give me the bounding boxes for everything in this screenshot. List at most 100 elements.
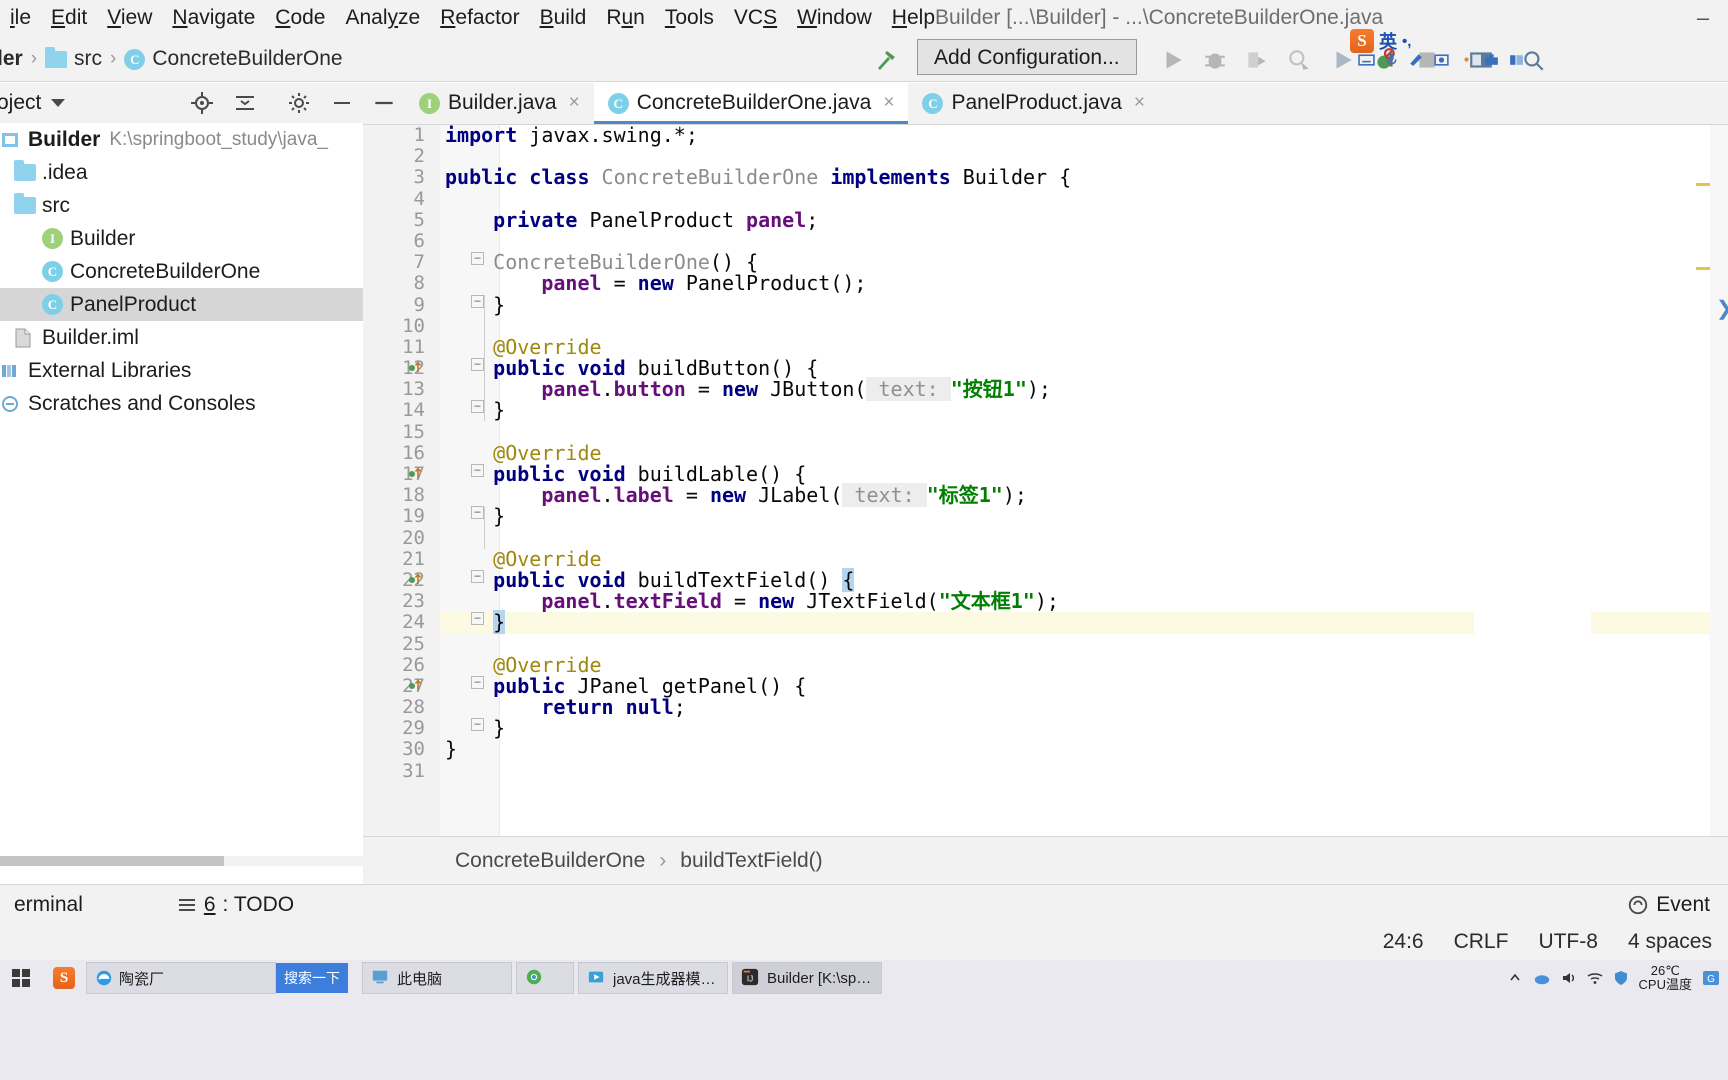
tree-item-builder[interactable]: I Builder <box>0 222 363 255</box>
line-number: 20 <box>402 526 425 549</box>
menu-analyze[interactable]: Analyze <box>336 0 431 36</box>
skin-icon[interactable] <box>1508 51 1525 68</box>
editor-breadcrumb-item[interactable]: buildTextField() <box>680 849 822 873</box>
project-panel-title[interactable]: roject <box>0 91 41 115</box>
override-method-gutter-icon[interactable] <box>407 570 425 588</box>
tree-item-builder[interactable]: Builder K:\springboot_study\java_ <box>0 123 363 156</box>
run-icon[interactable] <box>1160 47 1186 73</box>
taskbar-item-label: 此电脑 <box>397 970 443 988</box>
translate-icon[interactable]: G <box>1702 970 1720 986</box>
warning-marker[interactable] <box>1696 267 1710 270</box>
close-icon[interactable]: × <box>1134 92 1145 114</box>
taskbar-item-video[interactable]: java生成器模式 - ... <box>578 962 728 994</box>
line-number: 10 <box>402 314 425 337</box>
menu-view[interactable]: View <box>97 0 162 36</box>
add-configuration-button[interactable]: Add Configuration... <box>917 39 1137 75</box>
menu-file[interactable]: ile <box>0 0 41 36</box>
iml-file-icon <box>14 328 42 348</box>
taskbar-item-chrome[interactable] <box>516 962 574 994</box>
project-tree[interactable]: Builder K:\springboot_study\java_ .idea src… <box>0 123 363 861</box>
chevron-down-icon[interactable] <box>51 99 66 107</box>
handwriting-icon[interactable] <box>1408 51 1425 68</box>
screenshot-icon[interactable] <box>1433 51 1450 68</box>
settings-gear-icon[interactable] <box>287 91 311 115</box>
shield-icon[interactable] <box>1613 970 1629 986</box>
editor-breadcrumb[interactable]: ConcreteBuilderOne › buildTextField() <box>363 836 1728 884</box>
close-icon[interactable]: × <box>569 92 580 114</box>
menu-refactor[interactable]: Refactor <box>430 0 529 36</box>
tree-item-panelproduct[interactable]: C PanelProduct <box>0 288 363 321</box>
project-horizontal-scrollbar[interactable] <box>0 856 363 866</box>
terminal-tool-button[interactable]: erminal <box>0 893 97 917</box>
debug-icon[interactable] <box>1202 47 1228 73</box>
menu-vcs[interactable]: VCS <box>724 0 787 36</box>
override-method-gutter-icon[interactable] <box>407 358 425 376</box>
tree-item-external-libraries[interactable]: External Libraries <box>0 354 363 387</box>
menu-edit[interactable]: Edit <box>41 0 97 36</box>
hide-tabs-icon[interactable] <box>371 90 397 116</box>
taskbar-search-button[interactable]: 搜索一下 <box>276 963 348 993</box>
caret-position[interactable]: 24:6 <box>1383 930 1424 954</box>
menu-tools[interactable]: Tools <box>655 0 724 36</box>
volume-icon[interactable] <box>1561 970 1577 986</box>
menu-run[interactable]: Run <box>596 0 655 36</box>
tree-item-src[interactable]: src <box>0 189 363 222</box>
code-editor[interactable]: 1 import javax.swing.*; 2 3 public class Con… <box>363 125 1728 836</box>
ime-punctuation-label[interactable]: •, <box>1402 33 1411 50</box>
menu-navigate[interactable]: Navigate <box>162 0 265 36</box>
event-log-button[interactable]: Event <box>1613 893 1724 917</box>
minimize-button[interactable]: – <box>1688 4 1718 32</box>
line-number: 16 <box>402 441 425 464</box>
mic-icon[interactable] <box>1383 51 1400 68</box>
code-line-text: } <box>493 610 506 635</box>
cloud-icon[interactable] <box>1533 970 1551 986</box>
close-icon[interactable]: × <box>883 92 894 114</box>
override-method-gutter-icon[interactable] <box>407 464 425 482</box>
tree-item-builder-iml[interactable]: Builder.iml <box>0 321 363 354</box>
editor-minimap[interactable] <box>1474 125 1591 836</box>
start-button[interactable] <box>0 962 42 994</box>
editor-scrollbar[interactable] <box>1710 125 1728 836</box>
keyboard-icon[interactable] <box>1358 51 1375 68</box>
editor-tab-bar: I Builder.java × C ConcreteBuilderOne.java × C… <box>363 82 1728 125</box>
taskbar-browser-item[interactable]: 陶瓷厂 <box>86 962 276 994</box>
breadcrumb-item-src[interactable]: src <box>45 46 102 71</box>
line-number: 9 <box>413 293 425 316</box>
locate-icon[interactable] <box>190 91 214 115</box>
collapse-all-icon[interactable] <box>233 91 257 115</box>
taskbar-item-intellij[interactable]: IJ Builder [K:\spring... <box>732 962 882 994</box>
hide-icon[interactable] <box>330 91 354 115</box>
tree-item-label: Builder.iml <box>42 325 139 349</box>
editor-tab-builder-java[interactable]: I Builder.java × <box>405 82 594 124</box>
editor-tab-panelproduct-java[interactable]: C PanelProduct.java × <box>908 82 1159 124</box>
taskbar-item-this-pc[interactable]: 此电脑 <box>362 962 512 994</box>
line-separator[interactable]: CRLF <box>1454 930 1509 954</box>
menu-window[interactable]: Window <box>787 0 882 36</box>
tree-item--idea[interactable]: .idea <box>0 156 363 189</box>
todo-tool-button[interactable]: 6 : TODO <box>163 893 308 917</box>
cpu-temperature-indicator[interactable]: 26℃ CPU温度 <box>1639 964 1692 991</box>
profile-icon[interactable] <box>1286 47 1312 73</box>
menu-code[interactable]: Code <box>265 0 335 36</box>
folder-icon <box>14 160 42 181</box>
breadcrumb-item-concretebuilderone[interactable]: C ConcreteBuilderOne <box>124 47 343 71</box>
editor-tab-concretebuilderone-java[interactable]: C ConcreteBuilderOne.java × <box>593 82 909 124</box>
toolbox-icon[interactable] <box>1483 51 1500 68</box>
dot-icon[interactable] <box>1458 51 1475 68</box>
warning-marker[interactable] <box>1696 183 1710 186</box>
tree-item-concretebuilderone[interactable]: C ConcreteBuilderOne <box>0 255 363 288</box>
indent-setting[interactable]: 4 spaces <box>1628 930 1712 954</box>
override-method-gutter-icon[interactable] <box>407 676 425 694</box>
tree-item-scratches-and-consoles[interactable]: Scratches and Consoles <box>0 387 363 420</box>
network-icon[interactable] <box>1587 970 1603 986</box>
hammer-icon[interactable] <box>872 48 900 72</box>
code-line-text: public JPanel getPanel() { <box>445 673 807 698</box>
menu-build[interactable]: Build <box>530 0 597 36</box>
editor-breadcrumb-item[interactable]: ConcreteBuilderOne <box>455 849 645 873</box>
file-encoding[interactable]: UTF-8 <box>1538 930 1598 954</box>
breadcrumb-item-der[interactable]: der <box>0 47 23 71</box>
scroll-right-chevron[interactable]: ❯ <box>1716 296 1728 324</box>
coverage-icon[interactable] <box>1244 47 1270 73</box>
sogou-taskbar-icon-button[interactable]: S <box>42 962 86 994</box>
tray-expand-icon[interactable] <box>1507 970 1523 986</box>
